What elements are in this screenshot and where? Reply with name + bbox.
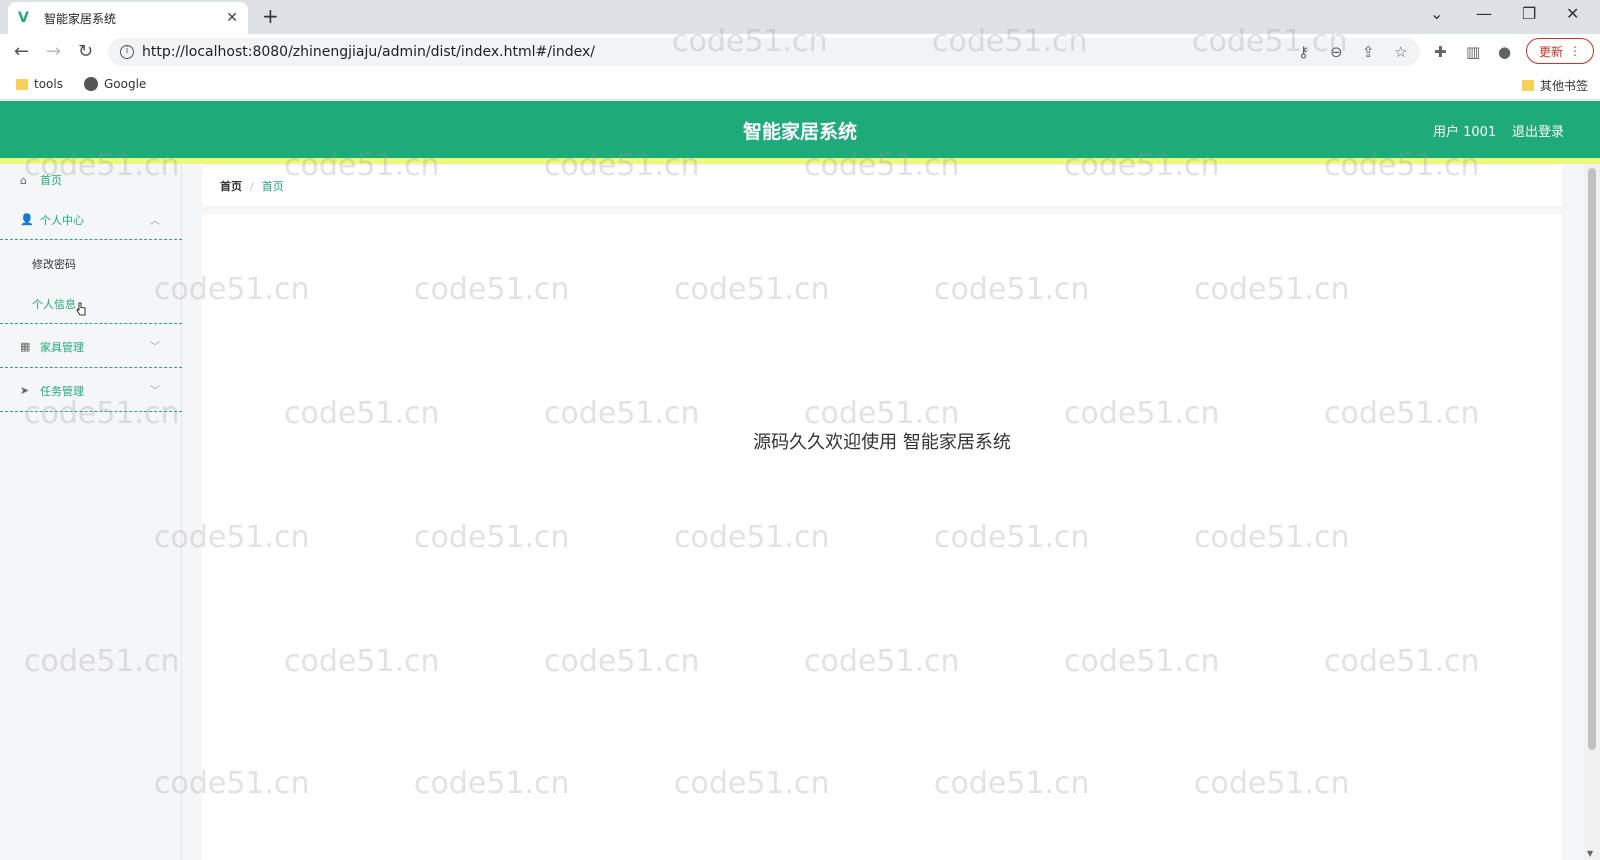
scrollbar-thumb[interactable] <box>1588 168 1596 750</box>
sidebar-item-label: 任务管理 <box>40 384 84 398</box>
bookmark-tools[interactable]: tools <box>16 77 63 91</box>
user-name: 用户 1001 <box>1433 125 1497 140</box>
zoom-icon[interactable]: ⊖ <box>1330 43 1343 61</box>
user-icon: 👤 <box>20 213 34 226</box>
send-icon: ➤ <box>20 384 30 397</box>
back-icon[interactable]: ← <box>14 42 29 62</box>
breadcrumb-home[interactable]: 首页 <box>220 178 242 194</box>
sidebar: ⌂ 首页 👤 个人中心 ︿ 修改密码 个人信息 ▦ 家具管理 ﹀ ➤ 任务管理 … <box>0 164 182 860</box>
breadcrumb: 首页 / 首页 <box>202 166 1562 206</box>
folder-icon <box>1522 80 1534 91</box>
url-text: http://localhost:8080/zhinengjiaju/admin… <box>142 44 595 60</box>
home-icon: ⌂ <box>20 173 27 187</box>
header-stripe <box>0 158 1600 164</box>
sidebar-item-tasks[interactable]: ➤ 任务管理 ﹀ <box>0 370 182 412</box>
scroll-down-icon[interactable]: ▼ <box>1587 849 1593 858</box>
chevron-down-icon: ﹀ <box>150 386 160 397</box>
browser-toolbar: ← → ↻ i http://localhost:8080/zhinengjia… <box>0 34 1600 70</box>
tab-title: 智能家居系统 <box>44 11 117 26</box>
browser-tabstrip: V 智能家居系统 ✕ + ⌄ — ❐ ✕ <box>0 0 1600 34</box>
restore-icon[interactable]: ❐ <box>1522 4 1536 23</box>
bookmark-label: 其他书签 <box>1540 79 1589 93</box>
forward-icon[interactable]: → <box>46 42 61 62</box>
vue-favicon-icon: V <box>18 10 29 26</box>
update-label: 更新 <box>1538 44 1563 59</box>
sidebar-item-label: 个人中心 <box>40 213 84 227</box>
sidebar-item-personal-center[interactable]: 👤 个人中心 ︿ <box>0 200 182 240</box>
sidebar-subitem-personal-info[interactable]: 个人信息 <box>0 284 182 324</box>
bookmark-label: Google <box>104 77 147 91</box>
extensions-icon[interactable]: ✚ <box>1434 43 1447 61</box>
new-tab-icon[interactable]: + <box>262 6 279 26</box>
app-header: 智能家居系统 用户 1001 退出登录 <box>0 101 1600 158</box>
share-icon[interactable]: ⇪ <box>1362 43 1375 61</box>
sidebar-item-home[interactable]: ⌂ 首页 <box>0 160 182 200</box>
update-button[interactable]: 更新 ⋮ <box>1526 38 1594 64</box>
sidebar-subitem-label: 修改密码 <box>32 258 76 271</box>
address-bar[interactable]: i http://localhost:8080/zhinengjiaju/adm… <box>108 38 1420 66</box>
bookmarks-bar: tools Google 其他书签 <box>0 70 1600 100</box>
sidepanel-icon[interactable]: ▥ <box>1466 43 1480 61</box>
hand-cursor-icon <box>76 302 86 316</box>
breadcrumb-current: 首页 <box>261 180 284 193</box>
globe-icon <box>84 77 98 91</box>
star-icon[interactable]: ☆ <box>1394 43 1407 61</box>
folder-icon <box>16 78 28 90</box>
logout-link[interactable]: 退出登录 <box>1512 121 1564 140</box>
browser-tab[interactable]: V 智能家居系统 ✕ <box>8 2 248 34</box>
sidebar-subitem-change-password[interactable]: 修改密码 <box>0 244 182 284</box>
bookmark-google[interactable]: Google <box>84 77 146 91</box>
more-icon: ⋮ <box>1569 44 1581 58</box>
profile-icon[interactable]: ● <box>1498 43 1511 61</box>
main-panel: 源码久久欢迎使用 智能家居系统 <box>202 214 1562 860</box>
sidebar-item-label: 家具管理 <box>40 340 84 354</box>
site-info-icon[interactable]: i <box>120 45 134 59</box>
close-window-icon[interactable]: ✕ <box>1566 4 1579 23</box>
minimize-icon[interactable]: — <box>1476 4 1492 23</box>
bookmark-other[interactable]: 其他书签 <box>1522 77 1588 94</box>
page-scrollbar[interactable]: ▼ <box>1584 164 1600 860</box>
breadcrumb-separator: / <box>250 179 254 193</box>
sidebar-subitem-label: 个人信息 <box>32 297 76 311</box>
bookmark-label: tools <box>34 77 63 91</box>
tab-search-icon[interactable]: ⌄ <box>1430 4 1443 23</box>
app-title: 智能家居系统 <box>742 121 857 143</box>
chevron-up-icon: ︿ <box>150 216 160 227</box>
key-icon[interactable]: ⚷ <box>1298 43 1309 61</box>
sidebar-item-furniture[interactable]: ▦ 家具管理 ﹀ <box>0 326 182 368</box>
sidebar-item-label: 首页 <box>40 174 62 187</box>
grid-icon: ▦ <box>20 340 31 353</box>
welcome-text: 源码久久欢迎使用 智能家居系统 <box>753 432 1011 453</box>
reload-icon[interactable]: ↻ <box>78 42 93 62</box>
close-tab-icon[interactable]: ✕ <box>226 10 238 26</box>
chevron-down-icon: ﹀ <box>150 342 160 353</box>
